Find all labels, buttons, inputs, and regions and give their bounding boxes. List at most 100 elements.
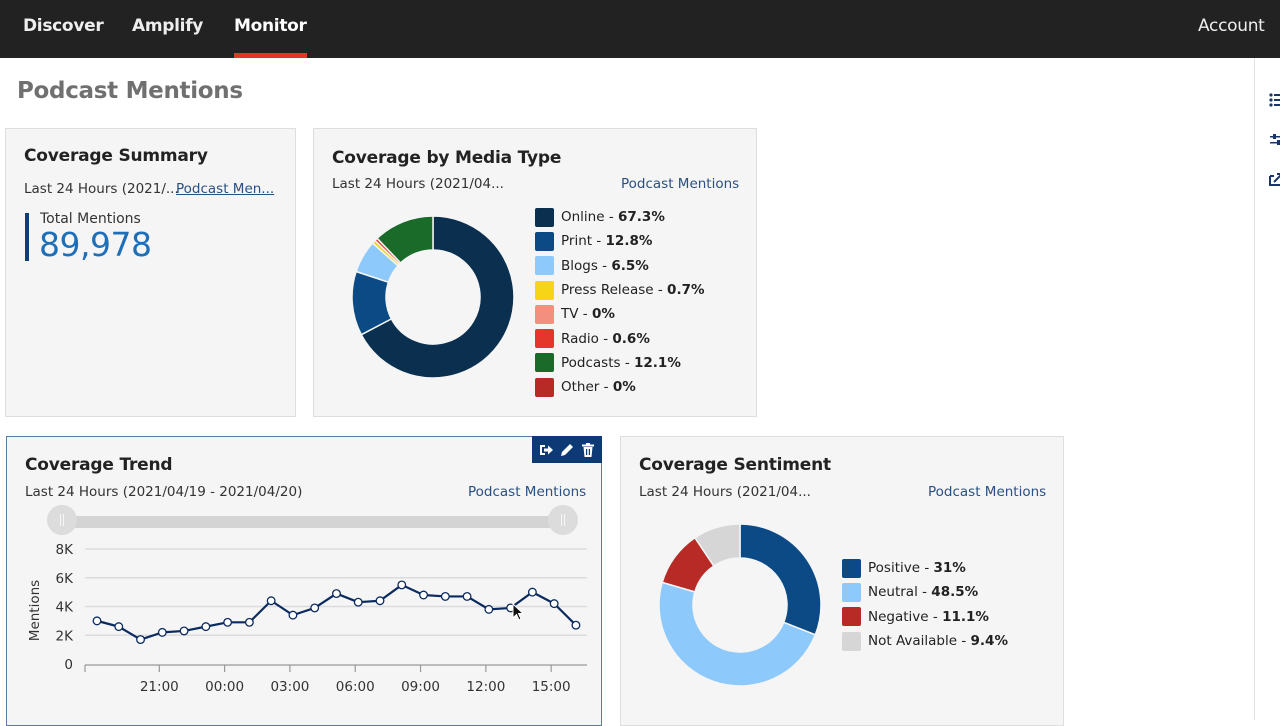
data-point[interactable] (549, 599, 559, 609)
export-icon[interactable] (538, 442, 554, 458)
legend-swatch (535, 329, 554, 349)
legend-swatch (535, 377, 554, 397)
legend-value: 11.1% (942, 608, 989, 625)
legend-item-online[interactable]: Online - 67.3% (535, 205, 705, 229)
media-type-card: Coverage by Media Type Last 24 Hours (20… (313, 128, 757, 417)
legend-label: Not Available (868, 633, 958, 650)
legend-swatch (535, 353, 554, 373)
data-point[interactable] (353, 597, 363, 607)
legend-separator: - (604, 209, 619, 226)
legend-item-print[interactable]: Print - 12.8% (535, 229, 705, 253)
legend-separator: - (598, 330, 613, 347)
data-point[interactable] (332, 589, 341, 599)
data-point[interactable] (310, 603, 320, 613)
data-point[interactable] (114, 622, 124, 632)
nav-amplify[interactable]: Amplify (132, 0, 203, 58)
range-slider-start-handle[interactable] (47, 505, 77, 535)
legend-swatch (842, 558, 861, 578)
date-range: Last 24 Hours (2021/04... (639, 484, 811, 500)
search-link[interactable]: Podcast Mentions (621, 176, 739, 192)
data-point[interactable] (244, 617, 254, 627)
y-tick-label: 2K (56, 628, 75, 644)
data-point[interactable] (92, 616, 102, 626)
legend-separator: - (928, 608, 943, 625)
legend-item-podcasts[interactable]: Podcasts - 12.1% (535, 351, 705, 375)
data-point[interactable] (288, 610, 298, 620)
search-link[interactable]: Podcast Men... (176, 181, 274, 197)
legend-value: 67.3% (618, 209, 665, 226)
nav-discover[interactable]: Discover (23, 0, 104, 58)
y-tick-label: 8K (56, 542, 75, 558)
sliders-icon[interactable] (1269, 133, 1280, 147)
list-icon[interactable] (1269, 93, 1280, 107)
data-point[interactable] (527, 587, 537, 597)
data-point[interactable] (419, 590, 428, 600)
data-point[interactable] (440, 591, 450, 601)
date-range: Last 24 Hours (2021/04/19 - 2021/04/20) (25, 484, 303, 500)
data-point[interactable] (571, 620, 581, 630)
data-point[interactable] (375, 596, 385, 606)
legend-item-tv[interactable]: TV - 0% (535, 302, 705, 326)
x-tick-label: 15:00 (532, 679, 571, 695)
delete-icon[interactable] (580, 442, 596, 458)
range-slider-end-handle[interactable] (548, 505, 578, 535)
page-title: Podcast Mentions (17, 78, 243, 104)
legend-separator: - (620, 354, 635, 371)
legend-swatch (842, 607, 861, 627)
legend-separator: - (920, 560, 934, 577)
data-point[interactable] (462, 591, 472, 601)
legend-swatch (842, 631, 861, 651)
legend-value: 12.8% (605, 233, 653, 250)
sentiment-legend: Positive - 31% Neutral - 48.5% Negative - … (842, 556, 1008, 653)
data-point[interactable] (484, 604, 494, 614)
legend-item-not-available[interactable]: Not Available - 9.4% (842, 629, 1008, 653)
top-navigation: Discover Amplify Monitor Account (0, 0, 1280, 58)
legend-label: Blogs (561, 257, 598, 274)
right-rail (1254, 58, 1280, 720)
slice-positive[interactable] (739, 523, 822, 636)
legend-label: Positive (868, 560, 921, 577)
legend-separator: - (592, 233, 606, 250)
x-tick-label: 00:00 (205, 679, 244, 695)
legend-value: 12.1% (634, 354, 681, 371)
data-point[interactable] (201, 622, 211, 632)
legend-item-other[interactable]: Other - 0% (535, 375, 705, 399)
edit-icon[interactable] (559, 442, 575, 458)
legend-separator: - (917, 584, 932, 601)
legend-label: Print (561, 233, 593, 250)
account-menu[interactable]: Account (1198, 0, 1265, 58)
legend-separator: - (653, 282, 668, 299)
legend-item-radio[interactable]: Radio - 0.6% (535, 326, 705, 350)
data-point[interactable] (223, 617, 233, 627)
legend-label: Negative (868, 608, 929, 625)
legend-item-negative[interactable]: Negative - 11.1% (842, 605, 1008, 629)
legend-label: Neutral (868, 584, 918, 601)
legend-value: 9.4% (970, 633, 1008, 650)
legend-value: 0.7% (667, 282, 705, 299)
data-point[interactable] (157, 627, 167, 637)
legend-swatch (535, 207, 554, 227)
x-tick-label: 03:00 (270, 679, 309, 695)
nav-monitor[interactable]: Monitor (234, 0, 307, 58)
legend-item-blogs[interactable]: Blogs - 6.5% (535, 254, 705, 278)
search-link[interactable]: Podcast Mentions (928, 484, 1046, 500)
data-point[interactable] (136, 635, 145, 645)
legend-item-press-release[interactable]: Press Release - 0.7% (535, 278, 705, 302)
legend-item-positive[interactable]: Positive - 31% (842, 556, 1008, 580)
card-title: Coverage Trend (25, 455, 173, 475)
legend-value: 0.6% (612, 330, 650, 347)
legend-item-neutral[interactable]: Neutral - 48.5% (842, 580, 1008, 604)
data-point[interactable] (179, 626, 189, 636)
y-tick-label: 4K (56, 600, 75, 616)
data-point[interactable] (266, 596, 276, 606)
search-link[interactable]: Podcast Mentions (468, 484, 586, 500)
share-icon[interactable] (1269, 172, 1280, 186)
total-accent-bar (25, 213, 29, 261)
legend-value: 31% (933, 560, 966, 577)
range-slider-track[interactable] (62, 516, 562, 528)
legend-label: Podcasts (561, 354, 621, 371)
legend-value: 48.5% (931, 584, 979, 601)
legend-value: 0% (591, 306, 615, 323)
coverage-sentiment-card: Coverage Sentiment Last 24 Hours (2021/0… (620, 436, 1064, 726)
data-point[interactable] (397, 580, 407, 590)
